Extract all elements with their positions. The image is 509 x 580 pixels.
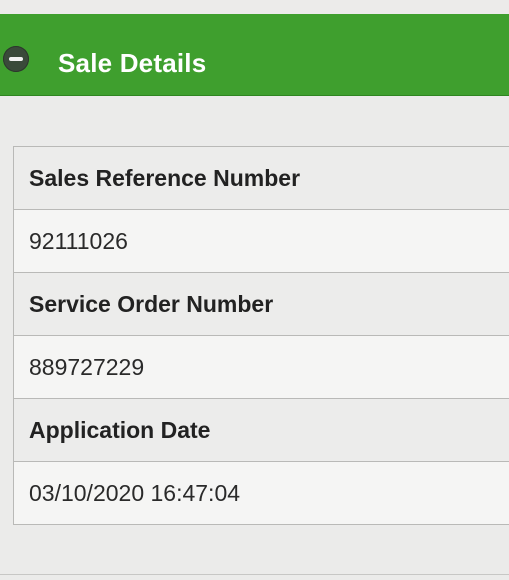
details-table: Sales Reference Number 92111026 Service … (13, 146, 509, 525)
sales-reference-number-value: 92111026 (14, 210, 509, 273)
service-order-number-value: 889727229 (14, 336, 509, 399)
service-order-number-label: Service Order Number (14, 273, 509, 336)
sale-details-panel-header[interactable]: Sale Details (0, 14, 509, 96)
sale-details-panel-body: Sales Reference Number 92111026 Service … (0, 96, 509, 580)
application-date-label: Application Date (14, 399, 509, 462)
panel-title: Sale Details (58, 48, 207, 78)
application-date-value: 03/10/2020 16:47:04 (14, 462, 509, 525)
top-strip (0, 0, 509, 14)
divider (0, 574, 509, 575)
minus-circle-icon[interactable] (3, 46, 29, 72)
sales-reference-number-label: Sales Reference Number (14, 147, 509, 210)
